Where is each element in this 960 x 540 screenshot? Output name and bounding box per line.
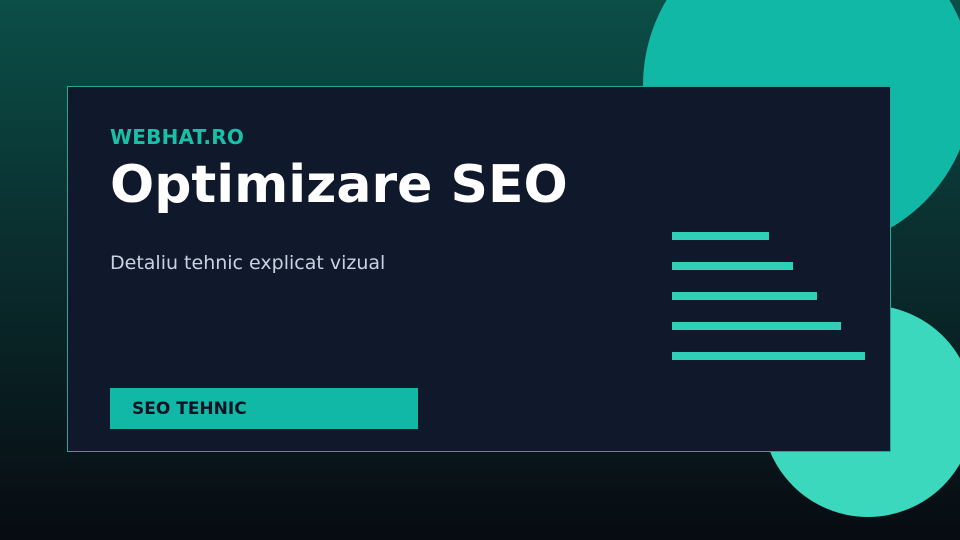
page-title: Optimizare SEO [110,155,568,215]
decor-bar [672,322,841,330]
horizontal-bars-icon [672,232,872,362]
title-card: WEBHAT.RO Optimizare SEO Detaliu tehnic … [67,86,891,452]
brand-label: WEBHAT.RO [110,125,245,149]
decor-bar [672,262,793,270]
page-subtitle: Detaliu tehnic explicat vizual [110,252,386,274]
category-tag-label: SEO TEHNIC [132,398,247,419]
decor-bar [672,352,865,360]
category-tag: SEO TEHNIC [110,388,418,429]
decor-bar [672,292,817,300]
decor-bar [672,232,769,240]
